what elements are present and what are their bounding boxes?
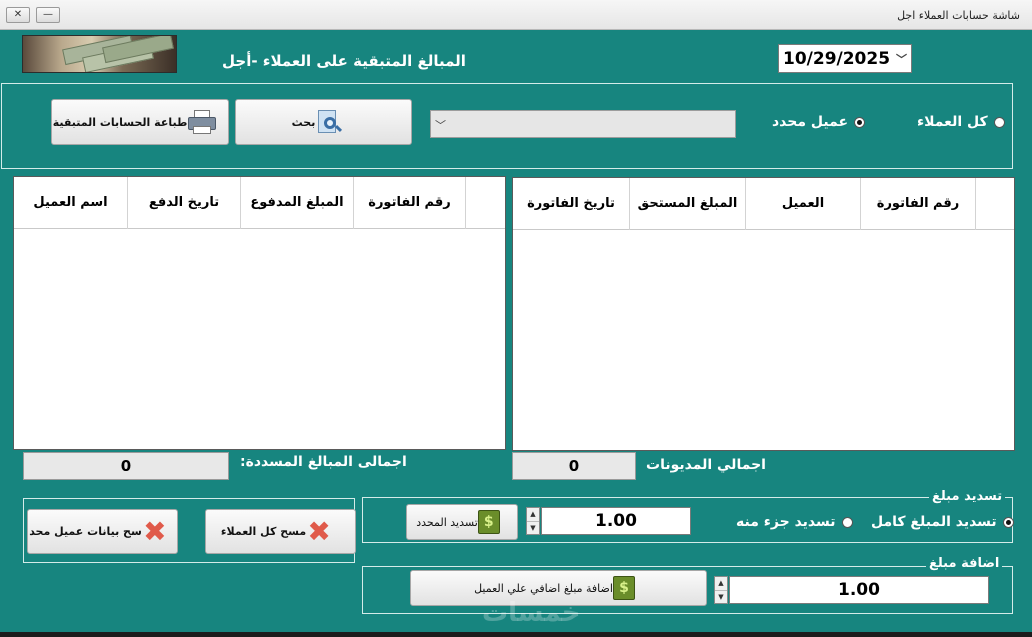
add-amount-legend: اضافة مبلغ (926, 556, 1003, 571)
spin-up-icon[interactable]: ▲ (715, 577, 727, 591)
money-icon: $ (612, 576, 635, 600)
pay-amount-spinner[interactable]: ▲ ▼ (526, 507, 540, 535)
payments-table-header: رقم الفاتورة المبلغ المدفوع تاريخ الدفع … (14, 177, 505, 229)
add-amount-input[interactable]: 1.00 (729, 576, 989, 604)
specific-customer-radio[interactable]: عميل محدد (772, 114, 866, 130)
payments-table[interactable]: رقم الفاتورة المبلغ المدفوع تاريخ الدفع … (13, 176, 506, 450)
date-picker[interactable]: 10/29/2025 ﹀ (778, 44, 912, 73)
column-header[interactable]: المبلغ المدفوع (240, 177, 353, 229)
search-icon (315, 108, 343, 136)
money-banner-image (22, 35, 177, 73)
app-window: ✕ — شاشة حسابات العملاء اجل المبالغ المت… (0, 0, 1032, 637)
total-debts-value: 0 (512, 452, 636, 480)
column-header[interactable]: اسم العميل (14, 177, 127, 229)
window-title: شاشة حسابات العملاء اجل (897, 9, 1020, 22)
row-header-cell (975, 178, 1015, 230)
money-icon: $ (477, 510, 500, 534)
title-bar: ✕ — شاشة حسابات العملاء اجل (0, 0, 1032, 30)
delete-icon: ✖ (307, 514, 331, 548)
total-paid-value: 0 (23, 452, 229, 480)
column-header[interactable]: رقم الفاتورة (353, 177, 465, 229)
chevron-down-icon[interactable]: ﹀ (896, 51, 907, 67)
pay-amount-input[interactable]: 1.00 (541, 507, 691, 535)
customer-select[interactable]: ﹀ (430, 110, 736, 138)
delete-icon: ✖ (143, 514, 167, 548)
watermark-logo: خمسات (482, 598, 581, 628)
clear-customer-data-button[interactable]: ✖ سح بيانات عميل محد (27, 509, 178, 554)
print-remaining-button[interactable]: طباعة الحسابات المتبقية (51, 99, 229, 145)
debts-table[interactable]: رقم الفاتورة العميل المبلغ المستحق تاريخ… (512, 177, 1015, 451)
minimize-icon[interactable]: — (36, 7, 60, 23)
taskbar-strip (0, 632, 1032, 637)
all-customers-radio[interactable]: كل العملاء (917, 114, 1005, 130)
chevron-down-icon[interactable]: ﹀ (435, 117, 446, 133)
total-paid-label: اجمالى المبالغ المسددة: (240, 454, 407, 470)
debts-table-header: رقم الفاتورة العميل المبلغ المستحق تاريخ… (513, 178, 1014, 230)
total-debts-label: اجمالي المديونات (646, 457, 766, 473)
restore-icon[interactable]: ✕ (6, 7, 30, 23)
page-title: المبالغ المتبقية على العملاء -أجل (222, 52, 466, 70)
full-amount-radio[interactable]: تسديد المبلغ كامل (871, 514, 1014, 530)
column-header[interactable]: المبلغ المستحق (629, 178, 745, 230)
spin-down-icon[interactable]: ▼ (715, 591, 727, 604)
pay-amount-legend: تسديد مبلغ (929, 489, 1006, 504)
radio-selected-icon[interactable] (854, 116, 866, 128)
printer-icon (187, 109, 217, 135)
spin-up-icon[interactable]: ▲ (527, 508, 539, 522)
clear-all-customers-button[interactable]: ✖ مسح كل العملاء (205, 509, 356, 554)
column-header[interactable]: العميل (745, 178, 860, 230)
column-header[interactable]: رقم الفاتورة (860, 178, 975, 230)
column-header[interactable]: تاريخ الفاتورة (513, 178, 629, 230)
spin-down-icon[interactable]: ▼ (527, 522, 539, 535)
pay-selected-button[interactable]: $ تسديد المحدد (406, 504, 518, 540)
column-header[interactable]: تاريخ الدفع (127, 177, 240, 229)
partial-amount-radio[interactable]: تسديد جزء منه (736, 514, 853, 530)
radio-selected-icon[interactable] (1002, 516, 1014, 528)
date-value: 10/29/2025 (783, 49, 891, 69)
radio-icon[interactable] (993, 116, 1005, 128)
row-header-cell (465, 177, 506, 229)
radio-icon[interactable] (841, 516, 853, 528)
search-button[interactable]: بحث (235, 99, 412, 145)
add-amount-spinner[interactable]: ▲ ▼ (714, 576, 728, 604)
